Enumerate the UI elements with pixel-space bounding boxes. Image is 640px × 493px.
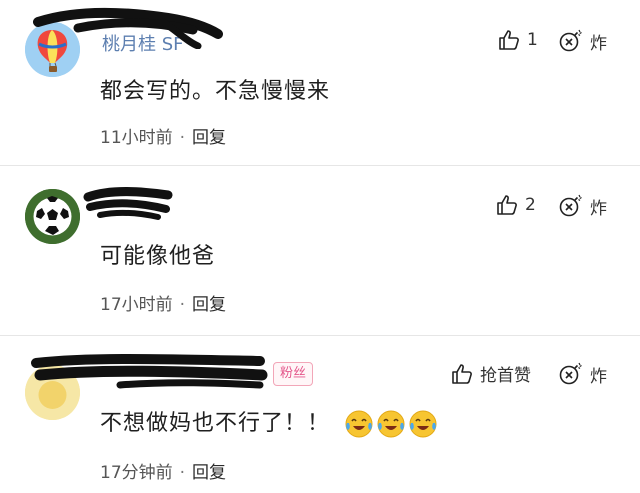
reply-button[interactable]: 回复 xyxy=(192,128,226,148)
separator-dot: · xyxy=(179,128,186,148)
bomb-button[interactable]: 炸 xyxy=(558,361,607,387)
comment-meta: 11小时前 · 回复 xyxy=(100,123,226,148)
comment-time: 17分钟前 xyxy=(100,463,173,483)
comment-time: 11小时前 xyxy=(100,128,173,148)
hot-air-balloon-avatar[interactable] xyxy=(25,22,80,77)
crying-laughing-emoji xyxy=(408,409,438,439)
comment-meta: 17小时前 · 回复 xyxy=(100,290,226,315)
like-count: 1 xyxy=(527,30,538,50)
comment-meta: 17分钟前 · 回复 xyxy=(100,458,226,483)
thumbs-up-icon xyxy=(497,28,521,52)
comment-text: 不想做妈也不行了！！ xyxy=(100,405,438,439)
bomb-icon xyxy=(558,193,584,219)
comment-time: 17小时前 xyxy=(100,295,173,315)
comment-text: 可能像他爸 xyxy=(100,244,216,269)
comment-item: 2 炸 可能像他爸 17小时前 · 回复 xyxy=(0,165,640,335)
bomb-icon xyxy=(558,361,584,387)
reply-button[interactable]: 回复 xyxy=(192,295,226,315)
bomb-icon xyxy=(558,28,584,54)
like-count: 2 xyxy=(525,195,536,215)
like-label: 抢首赞 xyxy=(480,366,531,386)
like-button[interactable]: 抢首赞 xyxy=(450,361,531,386)
bomb-button[interactable]: 炸 xyxy=(558,193,607,219)
soccer-ball-avatar[interactable] xyxy=(25,189,80,244)
redaction-scribble xyxy=(83,187,173,220)
fan-badge: 粉丝 xyxy=(273,362,314,386)
like-button[interactable]: 2 xyxy=(495,193,536,217)
thumbs-up-icon xyxy=(495,193,519,217)
bomb-label: 炸 xyxy=(590,198,607,219)
bomb-button[interactable]: 炸 xyxy=(558,28,607,54)
bomb-label: 炸 xyxy=(590,33,607,54)
separator-dot: · xyxy=(179,295,186,315)
crying-laughing-emoji xyxy=(344,409,374,439)
username[interactable]: 桃月桂 SF xyxy=(102,30,184,56)
comment-item: 桃月桂 SF 1 炸 都会写的。不急慢慢来 11小时前 · 回复 xyxy=(0,0,640,165)
crying-laughing-emoji xyxy=(376,409,406,439)
comment-text-body: 不想做妈也不行了！！ xyxy=(100,411,331,436)
separator-dot: · xyxy=(179,463,186,483)
like-button[interactable]: 1 xyxy=(497,28,538,52)
bomb-label: 炸 xyxy=(590,366,607,387)
reply-button[interactable]: 回复 xyxy=(192,463,226,483)
comment-item: 粉丝 抢首赞 炸 不想做妈也不行了！！ 17分钟前 · 回复 xyxy=(0,335,640,493)
yellow-avatar[interactable] xyxy=(25,365,80,420)
emoji-row xyxy=(344,409,438,439)
comment-text: 都会写的。不急慢慢来 xyxy=(100,79,331,104)
thumbs-up-icon xyxy=(450,362,474,386)
